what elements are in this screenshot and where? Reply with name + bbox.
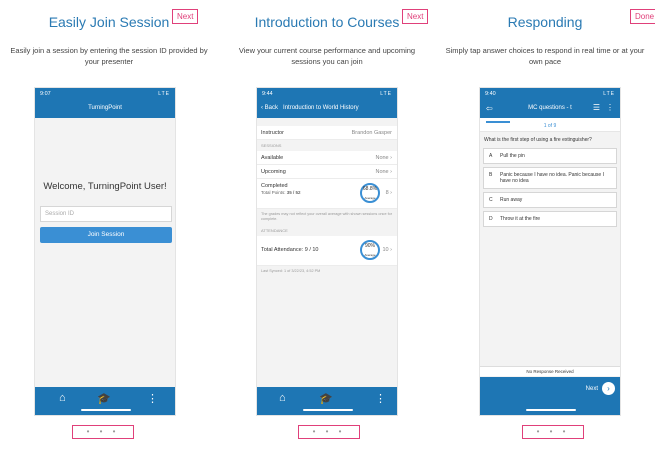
back-button[interactable]: ‹ Back bbox=[261, 105, 278, 111]
panel-join-session: Easily Join Session Next Easily join a s… bbox=[0, 0, 218, 450]
last-synced: Last Synced: 1 of 3/22/23, 4:52 PM bbox=[261, 269, 321, 273]
panel-courses: Introduction to Courses Next View your c… bbox=[218, 0, 436, 450]
instructor-row: Instructor Brandon Gasper bbox=[257, 126, 397, 140]
app-header: 9:44 LTE ‹ Back Introduction to World Hi… bbox=[257, 88, 397, 118]
home-icon[interactable]: ⌂ bbox=[279, 392, 286, 404]
next-arrow-icon[interactable]: › bbox=[602, 382, 615, 395]
app-header: 9:07 LTE TurningPoint bbox=[35, 88, 175, 118]
phone-screenshot: 9:44 LTE ‹ Back Introduction to World Hi… bbox=[256, 87, 398, 416]
status-time: 9:07 bbox=[40, 91, 51, 97]
question-nav-bar: Next › bbox=[480, 377, 620, 415]
session-id-input[interactable]: Session ID bbox=[40, 206, 172, 222]
panel-title: Responding bbox=[507, 14, 583, 30]
phone-screenshot: 9:07 LTE TurningPoint Welcome, TurningPo… bbox=[34, 87, 176, 416]
next-button[interactable]: Next bbox=[172, 9, 199, 24]
answer-b[interactable]: B Panic because I have no idea. Panic bec… bbox=[483, 167, 617, 189]
upcoming-row[interactable]: Upcoming None › bbox=[257, 165, 397, 179]
app-title: TurningPoint bbox=[88, 105, 122, 111]
answer-a[interactable]: A Pull the pin bbox=[483, 148, 617, 164]
welcome-text: Welcome, TurningPoint User! bbox=[43, 181, 167, 192]
home-indicator bbox=[303, 409, 353, 411]
panel-description: View your current course performance and… bbox=[238, 46, 416, 66]
page-indicator: • • • bbox=[298, 425, 360, 439]
more-icon[interactable]: ⋮ bbox=[375, 392, 386, 405]
tab-bar: ⌂ 🎓 ⋮ bbox=[35, 387, 175, 415]
courses-icon[interactable]: 🎓 bbox=[319, 392, 333, 405]
progress-text: 1 of 9 bbox=[543, 123, 557, 129]
answer-c[interactable]: C Run away bbox=[483, 192, 617, 208]
panel-responding: Responding Done Simply tap answer choice… bbox=[436, 0, 655, 450]
status-time: 9:44 bbox=[262, 91, 273, 97]
phone-screenshot: 9:40 LTE ⇦ MC questions - t ☰ ⋮ 1 of 9 W… bbox=[479, 87, 621, 416]
progress-bar: 1 of 9 bbox=[480, 118, 620, 132]
status-signal: LTE bbox=[603, 91, 615, 97]
status-time: 9:40 bbox=[485, 91, 496, 97]
panel-description: Simply tap answer choices to respond in … bbox=[445, 46, 645, 66]
next-question-label[interactable]: Next bbox=[586, 386, 598, 392]
page-indicator: • • • bbox=[72, 425, 134, 439]
sessions-header: SESSIONS bbox=[257, 140, 397, 151]
done-button[interactable]: Done bbox=[630, 9, 655, 24]
response-status: No Response Received bbox=[480, 366, 620, 376]
home-indicator bbox=[526, 409, 576, 411]
home-indicator bbox=[81, 409, 131, 411]
next-button[interactable]: Next bbox=[402, 9, 429, 24]
attendance-ring: 90% Average bbox=[360, 240, 380, 260]
join-session-button[interactable]: Join Session bbox=[40, 227, 172, 243]
app-header: 9:40 LTE ⇦ MC questions - t ☰ ⋮ bbox=[480, 88, 620, 118]
attendance-header: ATTENDANCE bbox=[257, 225, 397, 236]
panel-description: Easily join a session by entering the se… bbox=[10, 46, 208, 66]
status-signal: LTE bbox=[158, 91, 170, 97]
answer-d[interactable]: D Throw it at the fire bbox=[483, 211, 617, 227]
tab-bar: ⌂ 🎓 ⋮ bbox=[257, 387, 397, 415]
courses-icon[interactable]: 🎓 bbox=[97, 392, 111, 405]
grade-note: The grades may not reflect your overall … bbox=[261, 212, 393, 221]
completed-row[interactable]: Completed Total Points: 35 / 52 68.8% Ave… bbox=[257, 179, 397, 209]
more-icon[interactable]: ⋮ bbox=[606, 103, 614, 112]
more-icon[interactable]: ⋮ bbox=[147, 392, 158, 405]
course-title: Introduction to World History bbox=[283, 105, 359, 111]
home-icon[interactable]: ⌂ bbox=[59, 392, 66, 404]
question-text: What is the first step of using a fire e… bbox=[484, 137, 592, 143]
performance-ring: 68.8% Average bbox=[360, 183, 380, 203]
page-indicator: • • • bbox=[522, 425, 584, 439]
available-row[interactable]: Available None › bbox=[257, 151, 397, 165]
attendance-row[interactable]: Total Attendance: 9 / 10 90% Average 10 › bbox=[257, 236, 397, 266]
list-icon[interactable]: ☰ bbox=[593, 103, 600, 112]
status-signal: LTE bbox=[380, 91, 392, 97]
